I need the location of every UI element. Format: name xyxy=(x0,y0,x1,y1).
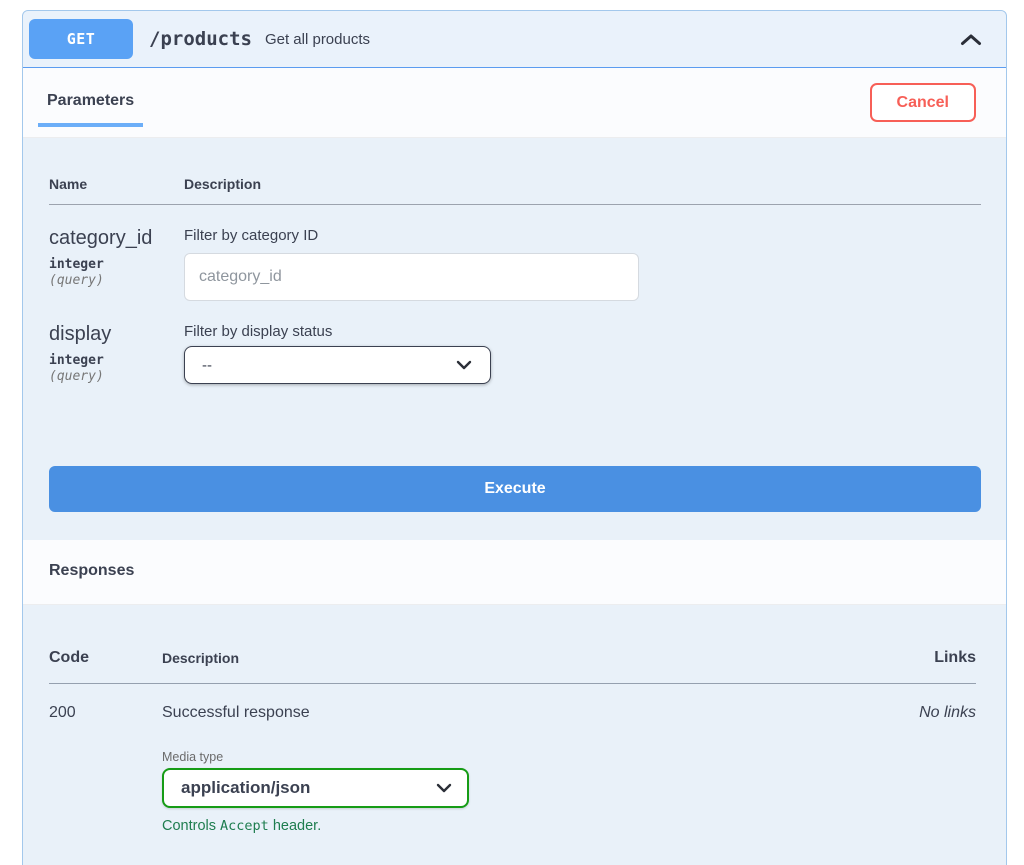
note-suffix: header. xyxy=(273,818,321,834)
responses-section-header: Responses xyxy=(23,540,1006,605)
column-header-links: Links xyxy=(836,649,976,684)
execute-wrapper: Execute xyxy=(49,386,981,540)
param-name: display xyxy=(49,323,184,346)
table-row-response-200: 200 Successful response Media type appli… xyxy=(49,683,976,834)
opblock-get-products: GET /products Get all products Parameter… xyxy=(22,10,1007,865)
param-name: category_id xyxy=(49,227,184,250)
accept-header-note: Controls Accept header. xyxy=(162,818,836,834)
category-id-input[interactable] xyxy=(184,253,639,301)
param-description: Filter by category ID xyxy=(184,227,981,244)
responses-body: Code Description Links 200 Successful re… xyxy=(23,605,1006,865)
param-location: (query) xyxy=(49,272,184,290)
cancel-button[interactable]: Cancel xyxy=(870,83,976,122)
param-location: (query) xyxy=(49,368,184,386)
media-type-select[interactable]: application/json xyxy=(162,768,469,808)
endpoint-summary[interactable]: GET /products Get all products xyxy=(23,11,1006,68)
endpoint-description: Get all products xyxy=(265,31,370,48)
parameters-table: Name Description category_id integer (qu… xyxy=(49,176,981,386)
execute-button[interactable]: Execute xyxy=(49,466,981,512)
media-type-block: Media type application/json xyxy=(162,750,836,834)
column-header-code: Code xyxy=(49,649,162,684)
param-type: integer xyxy=(49,353,184,368)
parameters-body: Name Description category_id integer (qu… xyxy=(23,138,1006,540)
table-row-display: display integer (query) Filter by displa… xyxy=(49,301,981,386)
response-code: 200 xyxy=(49,683,162,834)
response-description: Successful response xyxy=(162,704,836,722)
responses-title: Responses xyxy=(49,562,134,579)
media-type-label: Media type xyxy=(162,750,836,764)
method-badge: GET xyxy=(29,19,133,59)
response-links: No links xyxy=(836,683,976,834)
parameters-section-header: Parameters Cancel xyxy=(23,68,1006,138)
tab-parameters[interactable]: Parameters xyxy=(38,92,143,127)
column-header-name: Name xyxy=(49,176,184,205)
responses-table: Code Description Links 200 Successful re… xyxy=(49,649,976,834)
note-prefix: Controls xyxy=(162,818,216,834)
collapse-button[interactable] xyxy=(956,29,986,50)
column-header-description: Description xyxy=(162,649,836,684)
column-header-description: Description xyxy=(184,176,981,205)
table-row-category-id: category_id integer (query) Filter by ca… xyxy=(49,205,981,302)
param-description: Filter by display status xyxy=(184,323,981,340)
chevron-up-icon xyxy=(960,34,982,49)
param-type: integer xyxy=(49,257,184,272)
note-code: Accept xyxy=(220,818,269,834)
swagger-page: GET /products Get all products Parameter… xyxy=(0,0,1024,865)
endpoint-path: /products xyxy=(149,28,252,50)
display-select[interactable]: -- xyxy=(184,346,491,384)
